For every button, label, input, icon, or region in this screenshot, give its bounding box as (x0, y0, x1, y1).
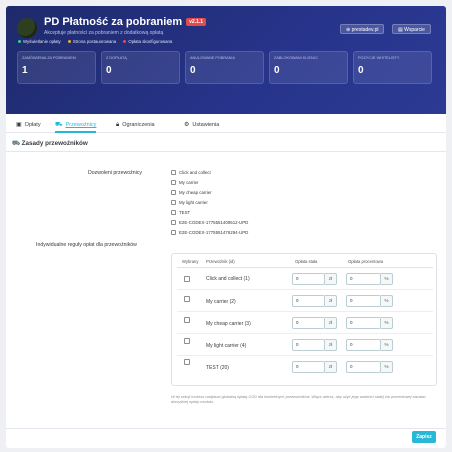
fixed-fee-input[interactable]: 0 (292, 295, 325, 307)
fixed-fee-input[interactable]: 0 (292, 273, 325, 285)
allowed-carrier-option[interactable]: Click and collect (171, 170, 211, 176)
currency-addon: zł (325, 317, 337, 329)
checkbox[interactable] (171, 200, 176, 205)
status-dot-icon (67, 39, 71, 43)
footer-divider (6, 428, 446, 429)
website-button[interactable]: ⊕ prestadev.pl (340, 24, 385, 34)
row-checkbox[interactable] (184, 296, 190, 302)
percent-fee-input[interactable]: 0 (346, 361, 381, 373)
allowed-carriers-label: Dozwoleni przewoźnicy (88, 170, 142, 176)
book-icon: ▤ (398, 27, 403, 33)
percent-fee-input[interactable]: 0 (346, 273, 381, 285)
percent-fee-input[interactable]: 0 (346, 339, 381, 351)
globe-icon: ⊕ (346, 27, 351, 33)
percent-addon: % (381, 361, 393, 373)
tab-bar: ▣ Opłaty ⛟ Przewoźnicy 🔒︎ Ograniczenia ⚙ Ust… (6, 117, 446, 133)
rules-label: Indywidualne reguły opłat dla przewoźnik… (36, 242, 137, 248)
save-button[interactable]: Zapisz (412, 431, 436, 443)
currency-addon: zł (325, 295, 337, 307)
stat-card-blocked: ZABLOKOWANI KLIENCI 0 (269, 51, 348, 84)
checkbox[interactable] (171, 190, 176, 195)
checkbox[interactable] (171, 180, 176, 185)
allowed-carrier-option[interactable]: My light carrier (171, 200, 208, 206)
percent-addon: % (381, 295, 393, 307)
carrier-name: My cheap carrier (3) (206, 321, 251, 327)
row-divider (177, 333, 433, 334)
allowed-carrier-option[interactable]: My carrier (171, 180, 199, 186)
stat-card-cancelled: ANULOWANE POBRANIA 0 (185, 51, 264, 84)
col-percent-fee: Opłata procentowa (348, 259, 384, 264)
module-header: PD Płatność za pobraniem v2.1.1 Akceptuje… (6, 6, 446, 114)
carrier-name: TEST (20) (206, 365, 229, 371)
module-subtitle: Akceptuje płatności za pobraniem z dodat… (44, 30, 164, 36)
truck-icon: ⛟ (55, 122, 63, 128)
status-dot-icon (123, 39, 127, 43)
percent-fee-input[interactable]: 0 (346, 295, 381, 307)
table-header-divider (177, 267, 433, 268)
tab-settings[interactable]: ⚙ Ustawienia (184, 117, 219, 133)
gears-icon: ⚙ (184, 122, 190, 128)
stat-card-whitelist: POZYCJE WHITELISTY 0 (353, 51, 432, 84)
percent-addon: % (381, 317, 393, 329)
support-button[interactable]: ▤ Wsparcie (392, 24, 431, 34)
fixed-fee-input[interactable]: 0 (292, 317, 325, 329)
rules-help: W tej sekcji możesz nadpisać globalną op… (171, 395, 426, 404)
status-item: Opłata skonfigurowana (123, 39, 172, 44)
carrier-name: My light carrier (4) (206, 343, 247, 349)
fixed-fee-input[interactable]: 0 (292, 361, 325, 373)
tab-restrictions[interactable]: 🔒︎ Ograniczenia (116, 117, 155, 133)
checkbox[interactable] (171, 210, 176, 215)
lock-icon: 🔒︎ (116, 122, 120, 128)
checkbox[interactable] (171, 170, 176, 175)
stat-card-surcharge: Z DOPŁATĄ 0 (101, 51, 180, 84)
percent-addon: % (381, 273, 393, 285)
status-list: Wyświetlanie opłaty Strona postauorowana… (18, 39, 178, 44)
allowed-carrier-option[interactable]: My cheap carrier (171, 190, 212, 196)
fixed-fee-input[interactable]: 0 (292, 339, 325, 351)
allowed-carrier-option[interactable]: E2E-CODEX-1775551409512-UPD (171, 220, 248, 226)
currency-addon: zł (325, 273, 337, 285)
section-title: ⛟ Zasady przewoźników (12, 140, 88, 147)
row-divider (177, 311, 433, 312)
status-item: Strona postauorowana (67, 39, 116, 44)
allowed-carrier-option[interactable]: TEST (171, 210, 190, 216)
row-checkbox[interactable] (184, 276, 190, 282)
tab-fees[interactable]: ▣ Opłaty (16, 117, 41, 133)
version-badge: v2.1.1 (186, 18, 207, 26)
currency-addon: zł (325, 339, 337, 351)
section-divider (6, 151, 446, 152)
col-selected: Wybrany (182, 259, 199, 264)
truck-icon: ⛟ (12, 140, 22, 147)
percent-addon: % (381, 339, 393, 351)
row-divider (177, 289, 433, 290)
module-title: PD Płatność za pobraniem v2.1.1 (44, 16, 207, 28)
status-dot-icon (18, 39, 21, 43)
row-divider (177, 355, 433, 356)
carrier-name: My carrier (2) (206, 299, 236, 305)
module-logo (17, 18, 37, 38)
row-checkbox[interactable] (184, 338, 190, 344)
col-carrier: Przewoźnik (id) (206, 259, 235, 264)
row-checkbox[interactable] (184, 317, 190, 323)
status-item: Wyświetlanie opłaty (18, 39, 61, 44)
percent-fee-input[interactable]: 0 (346, 317, 381, 329)
checkbox[interactable] (171, 230, 176, 235)
cog-icon: ▣ (16, 122, 22, 128)
carrier-name: Click and collect (1) (206, 276, 250, 282)
col-fixed-fee: Opłata stała (295, 259, 318, 264)
tab-carriers[interactable]: ⛟ Przewoźnicy (55, 117, 97, 133)
allowed-carrier-option[interactable]: E2E-CODEX-1775551476294-UPD (171, 230, 248, 236)
currency-addon: zł (325, 361, 337, 373)
stat-card-cod-orders: ZAMÓWIENIA ZA POBRANIEM 1 (17, 51, 96, 84)
checkbox[interactable] (171, 220, 176, 225)
module-panel: PD Płatność za pobraniem v2.1.1 Akceptuje… (6, 6, 446, 448)
row-checkbox[interactable] (184, 359, 190, 365)
